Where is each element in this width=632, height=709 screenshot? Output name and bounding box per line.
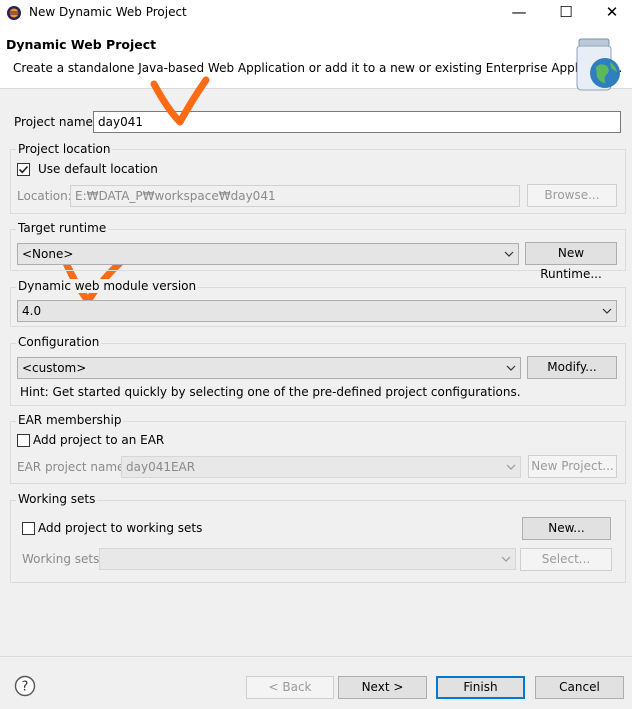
ear-project-name-label: EAR project name:	[17, 460, 129, 474]
next-button[interactable]: Next >	[338, 676, 427, 699]
configuration-value: <custom>	[22, 361, 87, 375]
select-working-sets-button[interactable]: Select...	[520, 548, 612, 571]
configuration-hint: Hint: Get started quickly by selecting o…	[20, 385, 521, 399]
close-button[interactable]: ✕	[589, 0, 632, 26]
eclipse-icon	[7, 6, 21, 20]
chevron-down-icon	[506, 464, 516, 470]
ear-membership-group-label: EAR membership	[16, 413, 124, 427]
add-to-working-sets-checkbox[interactable]	[22, 522, 35, 535]
target-runtime-group-label: Target runtime	[16, 221, 109, 235]
project-location-group-label: Project location	[16, 142, 113, 156]
back-button[interactable]: < Back	[246, 676, 334, 699]
chevron-down-icon	[506, 365, 516, 371]
working-sets-label: Working sets:	[22, 552, 104, 566]
header-description: Create a standalone Java-based Web Appli…	[13, 61, 623, 75]
working-sets-select[interactable]	[99, 548, 516, 570]
add-to-ear-label: Add project to an EAR	[33, 433, 165, 447]
modify-button[interactable]: Modify...	[527, 356, 617, 379]
add-to-working-sets-label: Add project to working sets	[38, 521, 203, 535]
target-runtime-value: <None>	[22, 247, 74, 261]
module-version-value: 4.0	[22, 304, 42, 318]
configuration-group-label: Configuration	[16, 335, 102, 349]
title-bar: New Dynamic Web Project — ☐ ✕	[0, 0, 632, 26]
use-default-location-label: Use default location	[38, 162, 158, 176]
finish-button[interactable]: Finish	[436, 676, 525, 699]
new-working-set-button[interactable]: New...	[522, 517, 611, 540]
header-title: Dynamic Web Project	[6, 37, 157, 52]
module-version-select[interactable]: 4.0	[17, 300, 617, 322]
chevron-down-icon	[602, 308, 612, 314]
new-runtime-button[interactable]: New Runtime...	[525, 242, 617, 281]
footer-separator	[0, 656, 632, 657]
svg-text:?: ?	[22, 680, 29, 695]
cancel-button[interactable]: Cancel	[535, 676, 624, 699]
ear-project-name-select[interactable]: day041EAR	[121, 456, 521, 478]
help-icon[interactable]: ?	[14, 675, 36, 697]
minimize-button[interactable]: —	[496, 0, 542, 26]
chevron-down-icon	[501, 556, 511, 562]
working-sets-group-label: Working sets	[16, 492, 98, 506]
jar-globe-icon	[576, 38, 620, 91]
add-to-ear-checkbox[interactable]	[17, 434, 30, 447]
location-input[interactable]: E:₩DATA_P₩workspace₩day041	[70, 185, 520, 207]
wizard-header: Dynamic Web Project Create a standalone …	[0, 26, 632, 91]
checkmark-icon	[18, 165, 29, 174]
project-name-label: Project name:	[14, 115, 97, 129]
configuration-select[interactable]: <custom>	[17, 357, 521, 379]
target-runtime-select[interactable]: <None>	[17, 243, 519, 265]
ear-project-name-value: day041EAR	[126, 460, 196, 474]
chevron-down-icon	[504, 251, 514, 257]
annotation-checkmark-icon	[150, 76, 210, 126]
maximize-button[interactable]: ☐	[543, 0, 589, 26]
window-title: New Dynamic Web Project	[29, 5, 187, 19]
new-ear-project-button[interactable]: New Project...	[528, 455, 617, 478]
module-version-group-label: Dynamic web module version	[16, 279, 199, 293]
use-default-location-checkbox[interactable]	[17, 163, 30, 176]
browse-button[interactable]: Browse...	[527, 184, 617, 207]
location-label: Location:	[17, 189, 72, 203]
